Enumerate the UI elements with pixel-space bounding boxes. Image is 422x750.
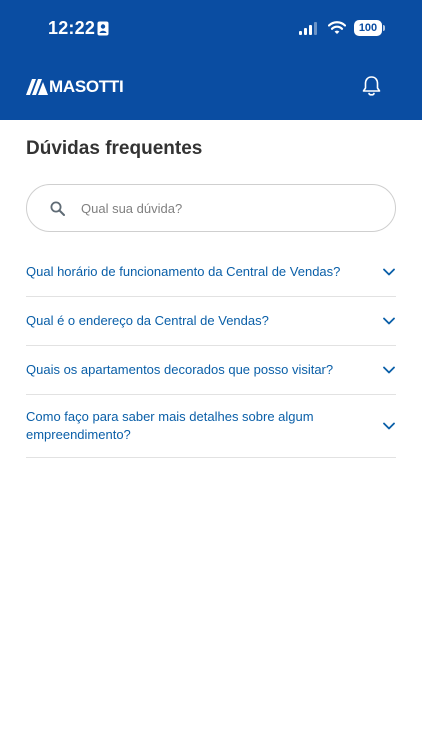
- chevron-down-icon: [383, 268, 395, 276]
- app-header: 12:22 100 MASOTTI: [0, 0, 422, 120]
- page-title: Dúvidas frequentes: [26, 138, 203, 159]
- battery-level: 100: [354, 20, 382, 36]
- logo-mark-icon: [26, 79, 48, 95]
- contact-card-icon: [97, 21, 109, 36]
- chevron-down-icon: [383, 366, 395, 374]
- wifi-icon: [328, 21, 346, 34]
- faq-item[interactable]: Como faço para saber mais detalhes sobre…: [26, 395, 396, 458]
- faq-question: Quais os apartamentos decorados que poss…: [26, 362, 334, 377]
- chevron-down-icon: [383, 317, 395, 325]
- faq-question: Como faço para saber mais detalhes sobre…: [26, 409, 314, 442]
- status-time: 12:22: [48, 18, 96, 38]
- logo-text: MASOTTI: [49, 77, 124, 96]
- search-box[interactable]: [26, 184, 396, 232]
- faq-list: Qual horário de funcionamento da Central…: [26, 248, 396, 458]
- masotti-logo: MASOTTI: [26, 77, 124, 96]
- faq-item[interactable]: Qual é o endereço da Central de Vendas?: [26, 297, 396, 346]
- chevron-down-icon: [383, 422, 395, 430]
- battery-icon: 100: [354, 20, 386, 36]
- status-bar: 12:22 100: [0, 0, 422, 58]
- search-icon: [50, 201, 65, 216]
- faq-item[interactable]: Qual horário de funcionamento da Central…: [26, 248, 396, 297]
- search-input[interactable]: [81, 200, 371, 216]
- battery-cap: [383, 25, 385, 31]
- faq-question: Qual é o endereço da Central de Vendas?: [26, 313, 269, 328]
- faq-item[interactable]: Quais os apartamentos decorados que poss…: [26, 346, 396, 395]
- signal-icon: [299, 22, 317, 35]
- faq-question: Qual horário de funcionamento da Central…: [26, 264, 341, 279]
- bell-icon[interactable]: [361, 75, 382, 97]
